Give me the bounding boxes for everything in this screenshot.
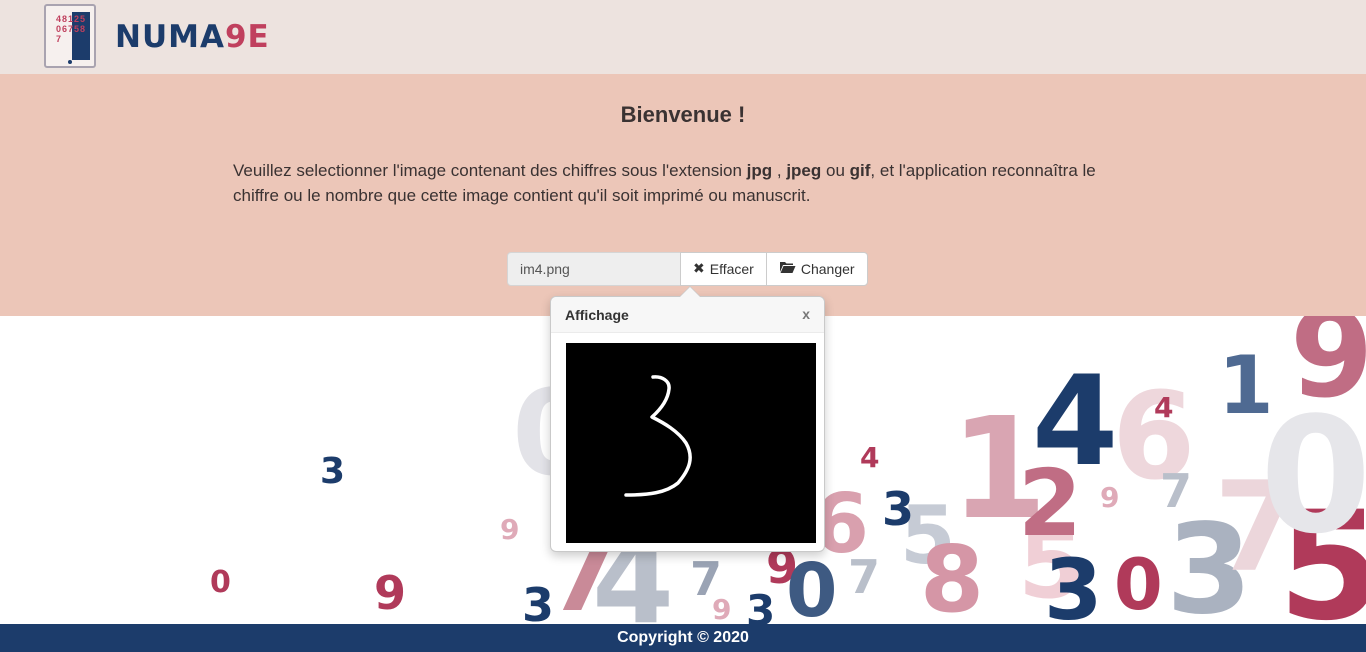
popover-header: Affichage x [551,297,824,333]
clear-button[interactable]: ✖ Effacer [680,252,767,286]
bg-digit: 3 [746,586,776,625]
bg-digit: 9 [1290,316,1366,425]
preview-popover: Affichage x [550,286,825,552]
logo-dot [68,60,72,64]
bg-digit: 3 [882,482,915,536]
extension-gif: gif [849,161,871,180]
site-header: 48125067587 NUMA9E [0,0,1366,74]
brand-suffix: 9E [224,19,270,55]
folder-open-icon [779,261,796,278]
file-name-field[interactable]: im4.png [507,252,681,286]
brand-prefix: NUMA [115,19,225,55]
bg-digit: 9 [500,513,520,546]
bg-digit: 9 [374,566,407,620]
instructions-part-1: Veuillez selectionner l'image contenant … [233,161,747,180]
bg-digit: 0 [1114,544,1163,624]
preview-image [566,343,816,543]
bg-digit: 4 [860,441,880,474]
handwritten-digit-image [566,343,816,543]
separator-1: , [772,161,787,180]
change-button[interactable]: Changer [765,252,868,286]
bg-digit: 3 [320,451,346,492]
extension-jpeg: jpeg [786,161,822,180]
popover-title: Affichage [565,307,629,323]
change-button-label: Changer [800,260,855,277]
bg-digit: 4 [1032,350,1119,494]
bg-digit: 9 [1100,481,1120,514]
logo-digits: 48125067587 [56,14,87,44]
separator-2: ou [821,161,850,180]
bg-digit: 7 [848,550,881,604]
popover-arrow [679,286,701,297]
brand-logo-text[interactable]: NUMA9E [115,20,270,54]
logo-icon[interactable]: 48125067587 [44,4,96,68]
bg-digit: 4 [1154,391,1174,424]
bg-digit: 0 [786,548,838,624]
instructions-text: Veuillez selectionner l'image contenant … [233,158,1143,208]
clear-button-label: Effacer [709,260,754,277]
bg-digit: 3 [1044,541,1103,624]
popover-close-button[interactable]: x [802,306,810,323]
site-footer: Copyright © 2020 [0,624,1366,652]
extension-jpg: jpg [746,161,773,180]
page-title: Bienvenue ! [620,102,746,127]
bg-digit: 0 [210,565,231,600]
bg-digit: 9 [712,593,732,624]
times-icon: ✖ [693,261,705,277]
file-upload-group: im4.png ✖ Effacer Changer [507,252,868,286]
